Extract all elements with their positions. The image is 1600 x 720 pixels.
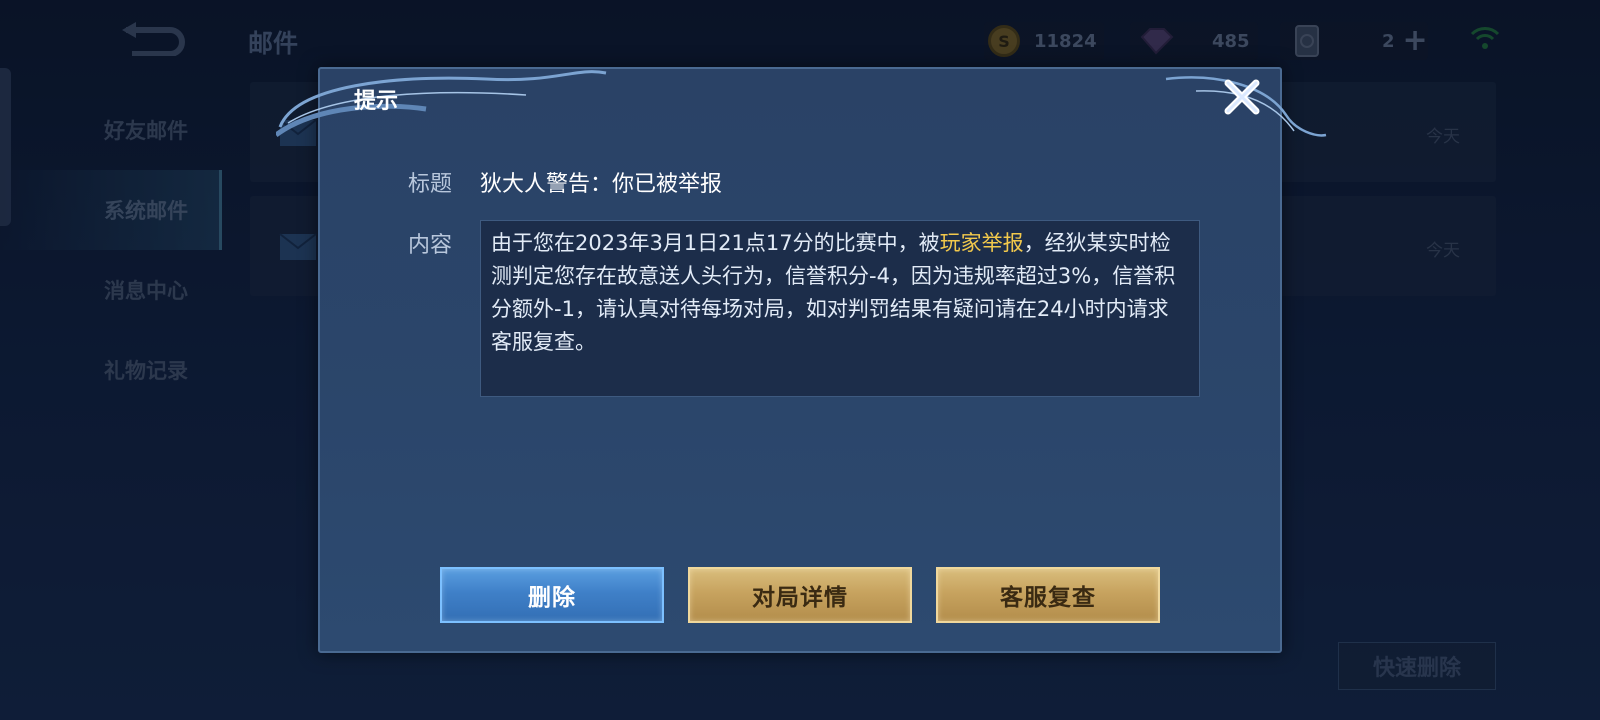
subject-label: 标题 <box>408 172 453 197</box>
content-box: 由于您在2023年3月1日21点17分的比赛中，被玩家举报，经狄某实时检测判定您… <box>480 220 1200 397</box>
content-label: 内容 <box>408 233 453 258</box>
notice-dialog: 提示 标题 狄大人警告：你已被举报 内容 由于您在2023年3月1日21点17分… <box>276 67 1327 653</box>
content-highlight: 玩家举报 <box>939 231 1024 255</box>
close-icon[interactable] <box>1222 77 1262 117</box>
subject-value: 狄大人警告：你已被举报 <box>480 172 723 197</box>
dialog-title: 提示 <box>354 89 399 114</box>
service-review-button-label: 客服复查 <box>1000 585 1096 611</box>
service-review-button[interactable]: 客服复查 <box>936 567 1160 623</box>
delete-button[interactable]: 删除 <box>440 567 664 623</box>
match-detail-button[interactable]: 对局详情 <box>688 567 912 623</box>
content-text: 由于您在2023年3月1日21点17分的比赛中，被玩家举报，经狄某实时检测判定您… <box>491 227 1189 359</box>
content-text-part: 由于您在2023年3月1日21点17分的比赛中，被 <box>491 231 940 255</box>
match-detail-button-label: 对局详情 <box>752 585 848 611</box>
delete-button-label: 删除 <box>528 585 576 611</box>
cloud-ornament <box>276 70 1327 138</box>
